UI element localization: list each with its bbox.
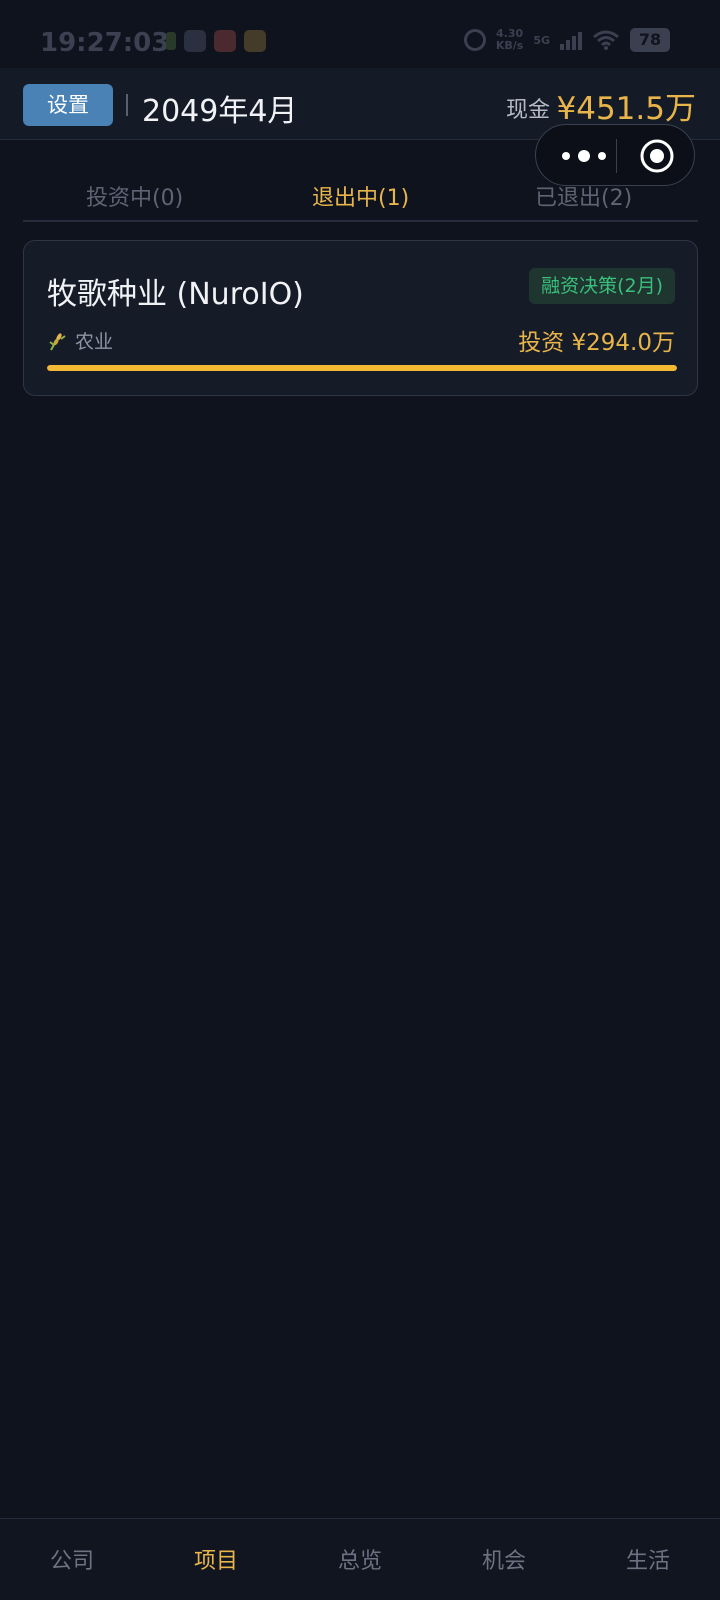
investment-amount: 投资 ¥294.0万 [518, 330, 675, 356]
network-speed-unit: KB/s [495, 39, 524, 52]
project-tabs: 投资中(0) 退出中(1) 已退出(2) [23, 160, 698, 222]
industry-tag: 农业 [47, 327, 113, 354]
cash-value: ¥451.5万 [556, 91, 696, 127]
tab-exited[interactable]: 已退出(2) [535, 180, 632, 212]
project-name: 牧歌种业 (NuroIO) [47, 277, 304, 312]
project-card[interactable]: 牧歌种业 (NuroIO) 融资决策(2月) 农业 投资 ¥294.0万 [23, 240, 698, 396]
wheat-icon [49, 332, 66, 350]
app-notification-icon [184, 30, 206, 52]
tab-exiting[interactable]: 退出中(1) [312, 180, 409, 212]
nav-projects[interactable]: 项目 [144, 1543, 288, 1575]
header-divider [126, 94, 128, 116]
progress-bar [47, 365, 677, 371]
network-speed: 4.30 KB/s [496, 28, 523, 52]
game-date: 2049年4月 [142, 94, 298, 129]
wifi-icon [593, 30, 619, 50]
system-status: 4.30 KB/s 5G 78 [463, 28, 670, 52]
nav-life[interactable]: 生活 [576, 1543, 720, 1575]
notification-icons [166, 30, 266, 52]
nav-company[interactable]: 公司 [0, 1543, 144, 1575]
status-badge: 融资决策(2月) [529, 268, 675, 304]
battery-icon: 78 [630, 28, 670, 52]
app-notification-icon [166, 32, 176, 50]
network-type: 5G [533, 33, 550, 47]
alarm-icon [463, 29, 486, 51]
status-bar: 19:27:03 4.30 KB/s 5G 78 [0, 0, 720, 68]
progress-fill [47, 365, 677, 371]
settings-button[interactable]: 设置 [23, 84, 113, 126]
industry-label: 农业 [75, 331, 114, 353]
nav-opportunities[interactable]: 机会 [432, 1543, 576, 1575]
bottom-nav: 公司 项目 总览 机会 生活 [0, 1518, 720, 1600]
cash-label: 现金 [505, 98, 550, 123]
app-notification-icon [244, 30, 266, 52]
nav-overview[interactable]: 总览 [288, 1543, 432, 1575]
signal-icon [560, 30, 582, 50]
status-time: 19:27:03 [40, 28, 170, 58]
app-notification-icon [214, 30, 236, 52]
tab-investing[interactable]: 投资中(0) [86, 180, 183, 212]
